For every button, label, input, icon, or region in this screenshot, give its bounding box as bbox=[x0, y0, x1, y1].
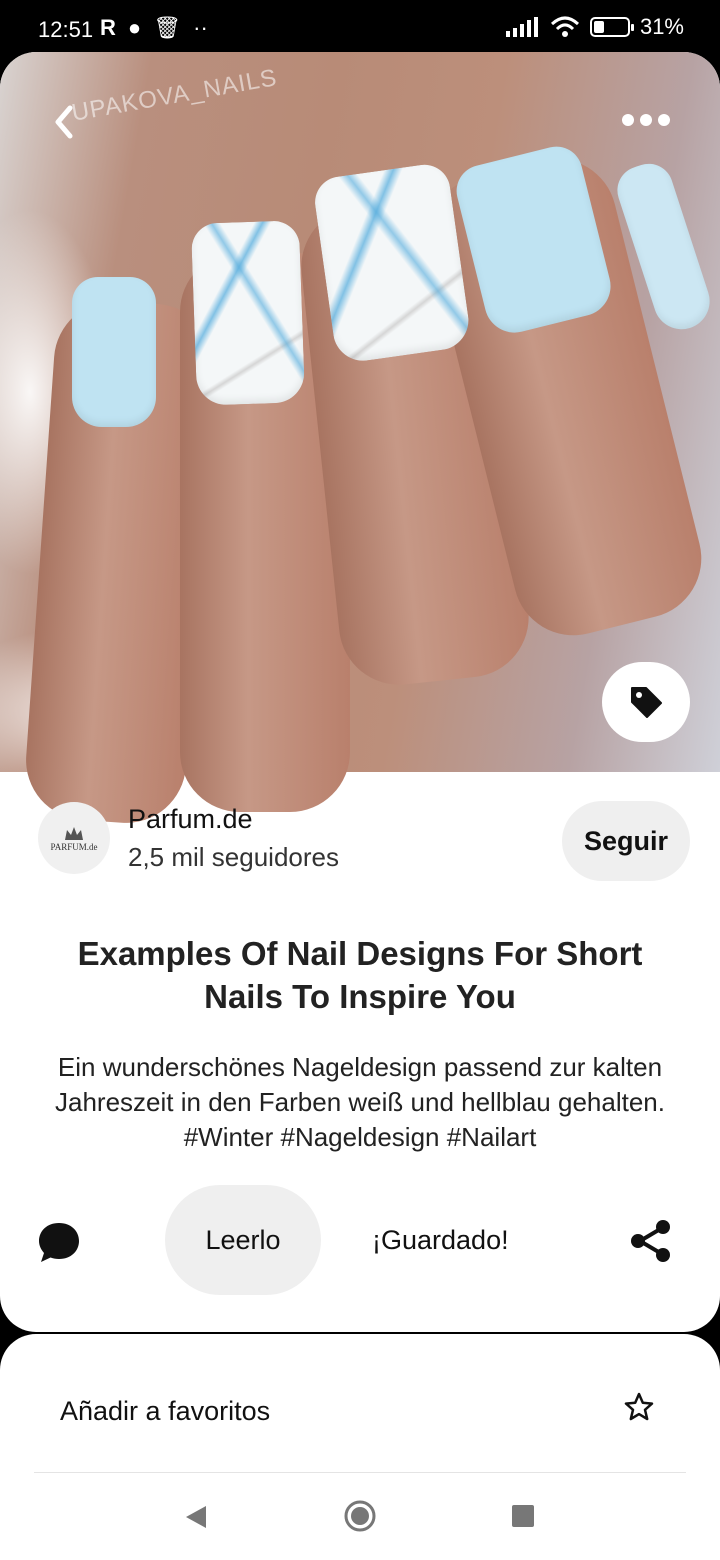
trash-icon: 🗑 bbox=[153, 15, 182, 40]
shop-tag-button[interactable] bbox=[602, 662, 690, 742]
crown-logo-icon bbox=[65, 827, 83, 840]
follow-button[interactable]: Seguir bbox=[562, 801, 690, 881]
star-outline-icon[interactable] bbox=[624, 1392, 654, 1422]
creator-avatar[interactable]: PARFUM.de bbox=[38, 802, 110, 874]
more-dot bbox=[622, 114, 634, 126]
more-dot bbox=[658, 114, 670, 126]
comment-icon bbox=[39, 1223, 79, 1262]
pin-title: Examples Of Nail Designs For Short Nails… bbox=[77, 935, 643, 1015]
status-time: 12:51 bbox=[38, 17, 94, 42]
add-to-favorites-label[interactable]: Añadir a favoritos bbox=[60, 1396, 270, 1427]
nail-ring bbox=[190, 220, 306, 406]
bottom-sheet: Añadir a favoritos bbox=[0, 1334, 720, 1560]
signal-icon bbox=[505, 17, 538, 37]
notification-icons: R ● 🗑 ·· bbox=[100, 15, 208, 41]
avatar-logo-text: PARFUM.de bbox=[50, 842, 98, 852]
battery-level bbox=[593, 21, 604, 33]
nav-back-icon[interactable] bbox=[184, 1504, 208, 1530]
r-app-icon: R bbox=[100, 15, 116, 40]
battery-percent: 31% bbox=[639, 14, 684, 39]
more-dot bbox=[640, 114, 652, 126]
pin-image[interactable]: UPAKOVA_NAILS bbox=[0, 52, 720, 827]
creator-followers: 2,5 mil seguidores bbox=[128, 842, 339, 872]
nail-middle bbox=[311, 161, 473, 365]
more-options-button[interactable] bbox=[622, 114, 672, 130]
read-button[interactable]: Leerlo bbox=[165, 1185, 321, 1295]
more-notifications-icon: ·· bbox=[193, 15, 208, 40]
tag-icon bbox=[631, 687, 662, 718]
image-watermark: UPAKOVA_NAILS bbox=[69, 64, 280, 127]
share-button[interactable] bbox=[628, 1218, 674, 1264]
nail-pinky bbox=[72, 277, 156, 427]
status-right: 31% bbox=[505, 14, 684, 40]
app-notification-icon: ● bbox=[127, 15, 142, 40]
comment-button[interactable] bbox=[36, 1220, 82, 1266]
creator-name[interactable]: Parfum.de bbox=[128, 804, 253, 835]
status-bar: 12:51 R ● 🗑 ·· 31% bbox=[0, 0, 720, 60]
battery-icon bbox=[589, 17, 634, 37]
saved-status[interactable]: ¡Guardado! bbox=[372, 1225, 509, 1256]
nav-recents-icon[interactable] bbox=[512, 1505, 534, 1527]
share-icon bbox=[631, 1220, 670, 1262]
pin-description: Ein wunderschönes Nageldesign passend zu… bbox=[55, 1052, 665, 1152]
sheet-divider bbox=[34, 1472, 686, 1473]
wifi-icon bbox=[550, 16, 579, 37]
back-button[interactable] bbox=[48, 102, 92, 146]
chevron-left-icon bbox=[55, 105, 73, 139]
pin-card: UPAKOVA_NAILS PARFUM.de Parfum.de 2,5 mi… bbox=[0, 52, 720, 1332]
nav-home-icon[interactable] bbox=[343, 1499, 377, 1533]
